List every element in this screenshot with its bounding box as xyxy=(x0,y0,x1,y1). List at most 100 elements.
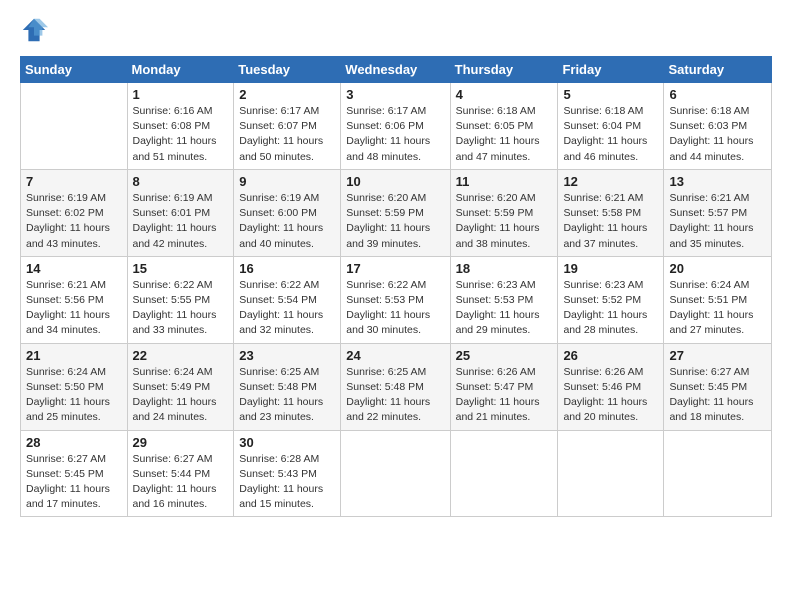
day-number: 5 xyxy=(563,87,658,102)
day-number: 13 xyxy=(669,174,766,189)
day-number: 6 xyxy=(669,87,766,102)
calendar-cell xyxy=(341,430,450,517)
day-number: 8 xyxy=(133,174,229,189)
calendar-cell: 25 Sunrise: 6:26 AMSunset: 5:47 PMDayligh… xyxy=(450,343,558,430)
calendar-cell: 22 Sunrise: 6:24 AMSunset: 5:49 PMDayligh… xyxy=(127,343,234,430)
calendar-cell: 8Sunrise: 6:19 AMSunset: 6:01 PMDaylight… xyxy=(127,169,234,256)
day-info: Sunrise: 6:19 AMSunset: 6:02 PMDaylight:… xyxy=(26,191,122,252)
day-number: 28 xyxy=(26,435,122,450)
day-number: 1 xyxy=(133,87,229,102)
day-info: Sunrise: 6:25 AMSunset: 5:48 PMDaylight:… xyxy=(239,365,335,426)
weekday-header: Monday xyxy=(127,57,234,83)
day-info: Sunrise: 6:22 AMSunset: 5:53 PMDaylight:… xyxy=(346,278,444,339)
day-number: 16 xyxy=(239,261,335,276)
day-info: Sunrise: 6:22 AMSunset: 5:55 PMDaylight:… xyxy=(133,278,229,339)
day-info: Sunrise: 6:20 AMSunset: 5:59 PMDaylight:… xyxy=(456,191,553,252)
calendar-cell: 5Sunrise: 6:18 AMSunset: 6:04 PMDaylight… xyxy=(558,83,664,170)
calendar-cell: 1 Sunrise: 6:16 AMSunset: 6:08 PMDaylight… xyxy=(127,83,234,170)
day-number: 21 xyxy=(26,348,122,363)
day-info: Sunrise: 6:17 AMSunset: 6:06 PMDaylight:… xyxy=(346,104,444,165)
calendar-cell: 30 Sunrise: 6:28 AMSunset: 5:43 PMDayligh… xyxy=(234,430,341,517)
page-container: SundayMondayTuesdayWednesdayThursdayFrid… xyxy=(0,0,792,527)
day-number: 24 xyxy=(346,348,444,363)
weekday-header: Thursday xyxy=(450,57,558,83)
day-number: 3 xyxy=(346,87,444,102)
weekday-header: Wednesday xyxy=(341,57,450,83)
calendar-week-row: 28 Sunrise: 6:27 AMSunset: 5:45 PMDayligh… xyxy=(21,430,772,517)
calendar-cell: 14 Sunrise: 6:21 AMSunset: 5:56 PMDayligh… xyxy=(21,256,128,343)
calendar-cell xyxy=(664,430,772,517)
calendar-cell: 24 Sunrise: 6:25 AMSunset: 5:48 PMDayligh… xyxy=(341,343,450,430)
day-number: 11 xyxy=(456,174,553,189)
day-info: Sunrise: 6:20 AMSunset: 5:59 PMDaylight:… xyxy=(346,191,444,252)
calendar-table: SundayMondayTuesdayWednesdayThursdayFrid… xyxy=(20,56,772,517)
day-info: Sunrise: 6:24 AMSunset: 5:49 PMDaylight:… xyxy=(133,365,229,426)
day-number: 27 xyxy=(669,348,766,363)
calendar-cell: 3 Sunrise: 6:17 AMSunset: 6:06 PMDaylight… xyxy=(341,83,450,170)
calendar-cell: 15 Sunrise: 6:22 AMSunset: 5:55 PMDayligh… xyxy=(127,256,234,343)
calendar-cell xyxy=(558,430,664,517)
calendar-cell: 13 Sunrise: 6:21 AMSunset: 5:57 PMDayligh… xyxy=(664,169,772,256)
day-info: Sunrise: 6:24 AMSunset: 5:50 PMDaylight:… xyxy=(26,365,122,426)
day-info: Sunrise: 6:27 AMSunset: 5:45 PMDaylight:… xyxy=(26,452,122,513)
day-info: Sunrise: 6:21 AMSunset: 5:58 PMDaylight:… xyxy=(563,191,658,252)
calendar-cell: 4 Sunrise: 6:18 AMSunset: 6:05 PMDaylight… xyxy=(450,83,558,170)
calendar-cell: 18 Sunrise: 6:23 AMSunset: 5:53 PMDayligh… xyxy=(450,256,558,343)
header xyxy=(20,16,772,44)
calendar-cell: 27 Sunrise: 6:27 AMSunset: 5:45 PMDayligh… xyxy=(664,343,772,430)
day-number: 22 xyxy=(133,348,229,363)
calendar-cell: 7 Sunrise: 6:19 AMSunset: 6:02 PMDaylight… xyxy=(21,169,128,256)
calendar-header-row: SundayMondayTuesdayWednesdayThursdayFrid… xyxy=(21,57,772,83)
calendar-cell: 26 Sunrise: 6:26 AMSunset: 5:46 PMDayligh… xyxy=(558,343,664,430)
day-info: Sunrise: 6:27 AMSunset: 5:45 PMDaylight:… xyxy=(669,365,766,426)
calendar-cell: 20Sunrise: 6:24 AMSunset: 5:51 PMDayligh… xyxy=(664,256,772,343)
day-info: Sunrise: 6:21 AMSunset: 5:57 PMDaylight:… xyxy=(669,191,766,252)
day-info: Sunrise: 6:22 AMSunset: 5:54 PMDaylight:… xyxy=(239,278,335,339)
calendar-week-row: 21 Sunrise: 6:24 AMSunset: 5:50 PMDayligh… xyxy=(21,343,772,430)
day-info: Sunrise: 6:19 AMSunset: 6:00 PMDaylight:… xyxy=(239,191,335,252)
weekday-header: Friday xyxy=(558,57,664,83)
day-info: Sunrise: 6:18 AMSunset: 6:03 PMDaylight:… xyxy=(669,104,766,165)
day-info: Sunrise: 6:25 AMSunset: 5:48 PMDaylight:… xyxy=(346,365,444,426)
day-info: Sunrise: 6:26 AMSunset: 5:46 PMDaylight:… xyxy=(563,365,658,426)
logo xyxy=(20,16,50,44)
calendar-cell: 11 Sunrise: 6:20 AMSunset: 5:59 PMDayligh… xyxy=(450,169,558,256)
day-number: 19 xyxy=(563,261,658,276)
day-number: 25 xyxy=(456,348,553,363)
day-number: 2 xyxy=(239,87,335,102)
day-info: Sunrise: 6:23 AMSunset: 5:52 PMDaylight:… xyxy=(563,278,658,339)
calendar-cell xyxy=(21,83,128,170)
day-number: 20 xyxy=(669,261,766,276)
calendar-cell: 19 Sunrise: 6:23 AMSunset: 5:52 PMDayligh… xyxy=(558,256,664,343)
day-number: 7 xyxy=(26,174,122,189)
day-number: 18 xyxy=(456,261,553,276)
calendar-cell: 29Sunrise: 6:27 AMSunset: 5:44 PMDayligh… xyxy=(127,430,234,517)
day-number: 9 xyxy=(239,174,335,189)
logo-icon xyxy=(20,16,48,44)
day-number: 15 xyxy=(133,261,229,276)
day-info: Sunrise: 6:23 AMSunset: 5:53 PMDaylight:… xyxy=(456,278,553,339)
calendar-cell: 9 Sunrise: 6:19 AMSunset: 6:00 PMDaylight… xyxy=(234,169,341,256)
day-info: Sunrise: 6:16 AMSunset: 6:08 PMDaylight:… xyxy=(133,104,229,165)
day-number: 10 xyxy=(346,174,444,189)
calendar-cell xyxy=(450,430,558,517)
day-number: 26 xyxy=(563,348,658,363)
calendar-cell: 10 Sunrise: 6:20 AMSunset: 5:59 PMDayligh… xyxy=(341,169,450,256)
calendar-cell: 28 Sunrise: 6:27 AMSunset: 5:45 PMDayligh… xyxy=(21,430,128,517)
day-info: Sunrise: 6:18 AMSunset: 6:05 PMDaylight:… xyxy=(456,104,553,165)
calendar-cell: 6 Sunrise: 6:18 AMSunset: 6:03 PMDaylight… xyxy=(664,83,772,170)
day-number: 12 xyxy=(563,174,658,189)
day-number: 14 xyxy=(26,261,122,276)
weekday-header: Tuesday xyxy=(234,57,341,83)
day-number: 17 xyxy=(346,261,444,276)
calendar-cell: 12 Sunrise: 6:21 AMSunset: 5:58 PMDayligh… xyxy=(558,169,664,256)
day-info: Sunrise: 6:26 AMSunset: 5:47 PMDaylight:… xyxy=(456,365,553,426)
calendar-cell: 23Sunrise: 6:25 AMSunset: 5:48 PMDayligh… xyxy=(234,343,341,430)
day-info: Sunrise: 6:28 AMSunset: 5:43 PMDaylight:… xyxy=(239,452,335,513)
day-number: 4 xyxy=(456,87,553,102)
weekday-header: Sunday xyxy=(21,57,128,83)
day-number: 30 xyxy=(239,435,335,450)
day-info: Sunrise: 6:21 AMSunset: 5:56 PMDaylight:… xyxy=(26,278,122,339)
calendar-week-row: 1 Sunrise: 6:16 AMSunset: 6:08 PMDaylight… xyxy=(21,83,772,170)
day-info: Sunrise: 6:17 AMSunset: 6:07 PMDaylight:… xyxy=(239,104,335,165)
